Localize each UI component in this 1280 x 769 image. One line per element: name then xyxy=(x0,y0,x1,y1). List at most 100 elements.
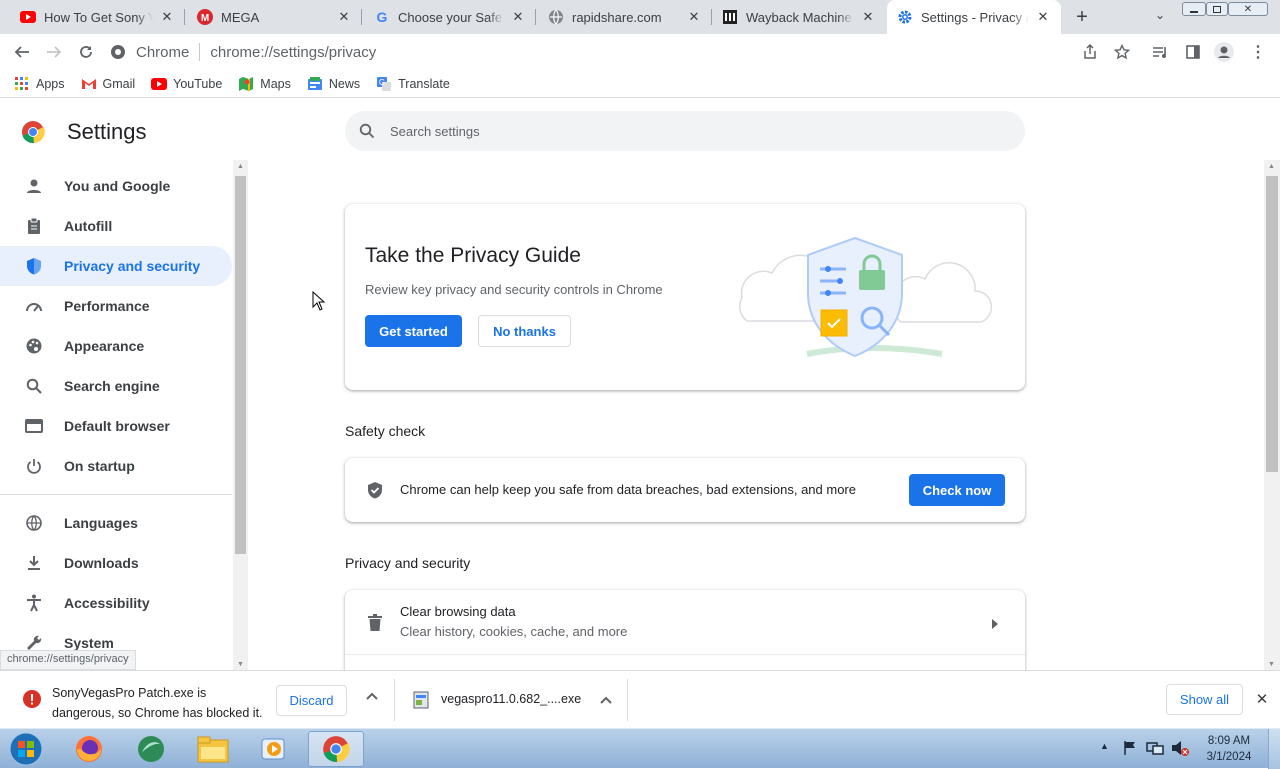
more-menu-icon[interactable]: ⋮ xyxy=(1248,42,1268,62)
file-explorer-icon[interactable] xyxy=(185,731,241,767)
maximize-button[interactable] xyxy=(1206,2,1228,16)
side-panel-icon[interactable] xyxy=(1183,42,1203,62)
clock-time: 8:09 AM xyxy=(1207,735,1251,747)
tray-expand-icon[interactable]: ▲ xyxy=(1100,741,1109,751)
tab-wayback[interactable]: Wayback Machine ✕ xyxy=(712,0,886,34)
network-icon[interactable] xyxy=(1146,740,1164,756)
nav-label: Downloads xyxy=(64,555,139,571)
scroll-down-arrow-icon[interactable]: ▼ xyxy=(237,661,244,668)
tab-mega[interactable]: M MEGA ✕ xyxy=(185,0,362,34)
privacy-guide-title: Take the Privacy Guide xyxy=(365,244,581,267)
nav-label: Default browser xyxy=(64,418,170,434)
close-tab-icon[interactable]: ✕ xyxy=(1035,9,1051,25)
close-tab-icon[interactable]: ✕ xyxy=(159,9,175,25)
new-tab-button[interactable]: + xyxy=(1072,7,1092,27)
download-file-name[interactable]: vegaspro11.0.682_....exe xyxy=(441,692,581,706)
minimize-button[interactable] xyxy=(1182,2,1206,16)
privacy-guide-illustration xyxy=(727,226,993,371)
close-window-button[interactable]: ✕ xyxy=(1228,2,1268,16)
sidebar-scrollbar[interactable]: ▲ ▼ xyxy=(233,160,248,670)
tab-google[interactable]: G Choose your Safe Browsing ✕ xyxy=(362,0,536,34)
nav-autofill[interactable]: Autofill xyxy=(0,206,232,246)
nav-accessibility[interactable]: Accessibility xyxy=(0,583,232,623)
nav-label: System xyxy=(64,635,114,651)
nav-languages[interactable]: Languages xyxy=(0,503,232,543)
close-tab-icon[interactable]: ✕ xyxy=(686,9,702,25)
search-input[interactable]: Search settings xyxy=(390,124,480,139)
page-scroll-thumb[interactable] xyxy=(1266,176,1278,472)
scroll-down-arrow-icon[interactable]: ▼ xyxy=(1268,661,1275,668)
chevron-up-icon[interactable] xyxy=(362,691,382,709)
safety-check-heading: Safety check xyxy=(345,423,426,439)
nav-performance[interactable]: Performance xyxy=(0,286,232,326)
bookmark-star-icon[interactable] xyxy=(1112,42,1132,62)
windows-start-icon[interactable] xyxy=(6,731,46,767)
bookmark-news[interactable]: News xyxy=(307,76,360,92)
tab-rapidshare[interactable]: rapidshare.com ✕ xyxy=(536,0,712,34)
clock[interactable]: 8:09 AM 3/1/2024 xyxy=(1198,733,1260,765)
nav-you-and-google[interactable]: You and Google xyxy=(0,166,232,206)
close-shelf-icon[interactable]: ✕ xyxy=(1253,691,1271,709)
translate-icon: G xyxy=(376,76,392,92)
discard-button[interactable]: Discard xyxy=(276,685,347,716)
page-scrollbar[interactable]: ▲ ▼ xyxy=(1264,160,1280,670)
action-center-flag-icon[interactable] xyxy=(1122,740,1138,756)
search-settings-box[interactable]: Search settings xyxy=(345,111,1025,151)
check-now-button[interactable]: Check now xyxy=(909,474,1005,506)
close-tab-icon[interactable]: ✕ xyxy=(510,9,526,25)
chrome-icon[interactable] xyxy=(308,731,364,767)
bookmark-apps[interactable]: Apps xyxy=(14,76,65,92)
close-tab-icon[interactable]: ✕ xyxy=(336,9,352,25)
media-queue-icon[interactable] xyxy=(1150,42,1170,62)
firefox-icon[interactable] xyxy=(61,731,117,767)
url-text[interactable]: chrome://settings/privacy xyxy=(210,44,376,61)
share-icon[interactable] xyxy=(1080,42,1100,62)
profile-avatar-icon[interactable] xyxy=(1214,42,1234,62)
bookmark-translate[interactable]: G Translate xyxy=(376,76,450,92)
tab-youtube[interactable]: How To Get Sony Vegas Pro ✕ xyxy=(0,0,185,34)
search-icon xyxy=(24,376,44,396)
blocked-line-2: dangerous, so Chrome has blocked it. xyxy=(52,706,263,720)
nav-on-startup[interactable]: On startup xyxy=(0,446,232,486)
no-thanks-button[interactable]: No thanks xyxy=(478,315,571,347)
archive-icon xyxy=(722,9,738,25)
tab-settings[interactable]: Settings - Privacy and security ✕ xyxy=(887,0,1061,34)
chevron-right-icon xyxy=(991,616,1001,629)
tab-search-chevron-icon[interactable]: ⌄ xyxy=(1150,8,1170,26)
scroll-up-arrow-icon[interactable]: ▲ xyxy=(237,163,244,170)
bookmark-gmail[interactable]: Gmail xyxy=(81,76,135,92)
bookmarks-bar: Apps Gmail YouTube Maps News G Translate xyxy=(0,70,1280,98)
close-tab-icon[interactable]: ✕ xyxy=(860,9,876,25)
bookmark-label: News xyxy=(328,76,361,91)
app-icon[interactable] xyxy=(123,731,179,767)
youtube-icon xyxy=(20,9,36,25)
nav-search-engine[interactable]: Search engine xyxy=(0,366,232,406)
media-player-icon[interactable] xyxy=(246,731,302,767)
volume-muted-icon[interactable] xyxy=(1171,740,1189,756)
show-all-button[interactable]: Show all xyxy=(1166,684,1243,715)
tab-title: MEGA xyxy=(221,9,260,25)
accessibility-icon xyxy=(24,593,44,613)
forward-arrow-icon[interactable] xyxy=(44,42,64,62)
chrome-site-icon[interactable] xyxy=(110,44,126,60)
omnibox[interactable]: Chrome chrome://settings/privacy xyxy=(110,38,1140,66)
back-arrow-icon[interactable] xyxy=(12,42,32,62)
nav-privacy-and-security[interactable]: Privacy and security xyxy=(0,246,232,286)
nav-appearance[interactable]: Appearance xyxy=(0,326,232,366)
sidebar-scroll-thumb[interactable] xyxy=(235,176,246,554)
row-divider xyxy=(345,654,1025,655)
tab-title: Choose your Safe Browsing xyxy=(398,9,504,25)
show-desktop-button[interactable] xyxy=(1268,729,1280,769)
scroll-up-arrow-icon[interactable]: ▲ xyxy=(1268,163,1275,170)
clear-browsing-data-row[interactable]: Clear browsing data Clear history, cooki… xyxy=(345,590,1025,654)
reload-icon[interactable] xyxy=(76,42,96,62)
nav-label: Accessibility xyxy=(64,595,150,611)
nav-downloads[interactable]: Downloads xyxy=(0,543,232,583)
nav-default-browser[interactable]: Default browser xyxy=(0,406,232,446)
bookmark-maps[interactable]: Maps xyxy=(238,76,291,92)
get-started-button[interactable]: Get started xyxy=(365,315,462,347)
chevron-up-icon[interactable] xyxy=(596,691,616,709)
tab-title: Settings - Privacy and security xyxy=(921,9,1029,25)
row-subtitle: Clear history, cookies, cache, and more xyxy=(400,624,628,639)
bookmark-youtube[interactable]: YouTube xyxy=(151,76,222,92)
